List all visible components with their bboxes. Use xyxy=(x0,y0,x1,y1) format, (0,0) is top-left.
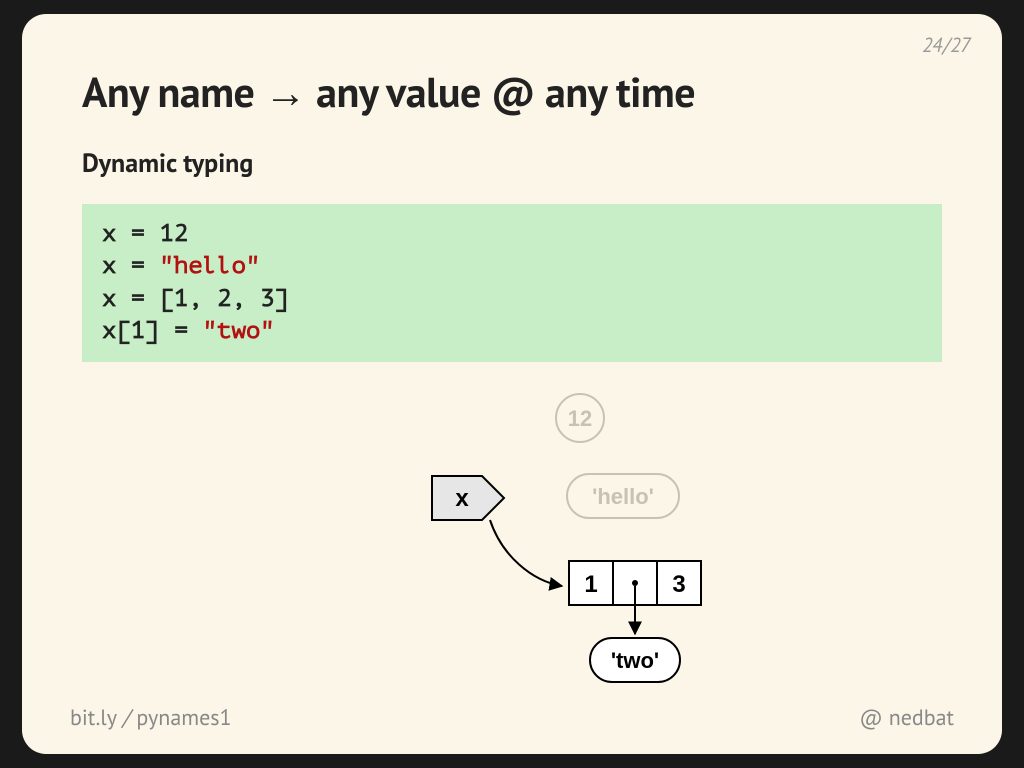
diagram: 12 'hello' x 1 3 'two' xyxy=(82,386,942,706)
value-two: 'two' xyxy=(611,648,659,673)
pager-total: 27 xyxy=(950,32,970,58)
name-x: x xyxy=(455,485,469,512)
arrow-x-to-list xyxy=(490,520,562,586)
slide: 24/27 Any name → any value @ any time Dy… xyxy=(22,14,1002,754)
pager-sep: / xyxy=(943,32,949,58)
slide-subtitle: Dynamic typing xyxy=(82,147,942,180)
slide-pager: 24/27 xyxy=(922,32,970,58)
pager-current: 24 xyxy=(922,32,942,58)
slide-title: Any name → any value @ any time xyxy=(82,64,942,119)
list-item-1-ref-dot xyxy=(632,580,638,586)
value-12: 12 xyxy=(568,406,592,431)
footer-handle: @ nedbat xyxy=(859,704,954,732)
footer-shortlink: bit.ly/pynames1 xyxy=(70,704,232,732)
list-item-2: 3 xyxy=(672,571,685,598)
slide-footer: bit.ly/pynames1 @ nedbat xyxy=(70,704,954,732)
list-item-0: 1 xyxy=(584,571,597,598)
value-hello: 'hello' xyxy=(592,484,654,509)
code-block: x = 12 x = "hello" x = [1, 2, 3] x[1] = … xyxy=(82,204,942,362)
